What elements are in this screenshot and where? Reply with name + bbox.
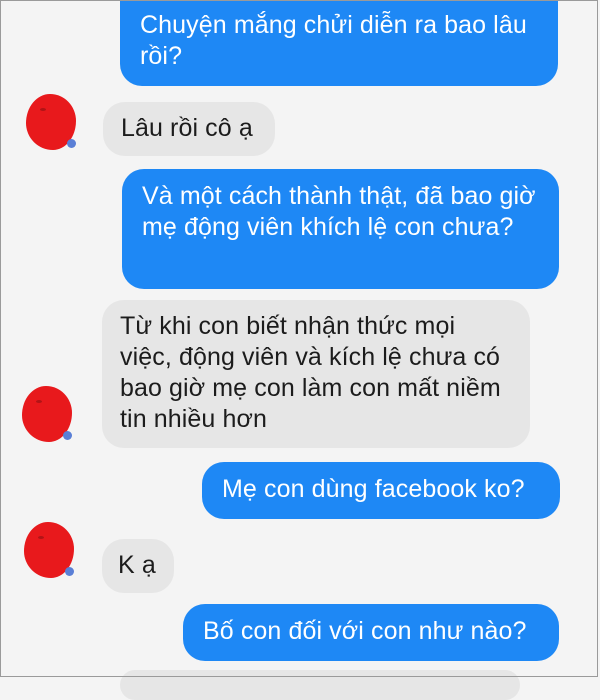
incoming-message[interactable]: K ạ bbox=[102, 539, 174, 593]
online-dot-icon bbox=[65, 567, 74, 576]
redacted-avatar bbox=[26, 94, 76, 150]
message-text: Lâu rồi cô ạ bbox=[121, 114, 253, 142]
outgoing-message[interactable]: Mẹ con dùng facebook ko? bbox=[202, 462, 560, 519]
message-text: Chuyện mắng chửi diễn ra bao lâu rồi? bbox=[140, 11, 527, 70]
incoming-message-partial bbox=[120, 670, 520, 700]
message-text: Và một cách thành thật, đã bao giờ mẹ độ… bbox=[142, 182, 536, 241]
outgoing-message[interactable]: Bố con đối với con như nào? bbox=[183, 604, 559, 661]
incoming-message[interactable]: Từ khi con biết nhận thức mọi việc, động… bbox=[102, 300, 530, 448]
message-text: Mẹ con dùng facebook ko? bbox=[222, 475, 525, 503]
message-text: K ạ bbox=[118, 551, 156, 579]
redacted-avatar bbox=[22, 386, 72, 442]
redacted-avatar bbox=[24, 522, 74, 578]
outgoing-message[interactable]: Và một cách thành thật, đã bao giờ mẹ độ… bbox=[122, 169, 559, 289]
online-dot-icon bbox=[63, 431, 72, 440]
message-text: Từ khi con biết nhận thức mọi việc, động… bbox=[120, 312, 501, 433]
outgoing-message[interactable]: Chuyện mắng chửi diễn ra bao lâu rồi? bbox=[120, 0, 558, 86]
online-dot-icon bbox=[67, 139, 76, 148]
message-text: Bố con đối với con như nào? bbox=[203, 617, 527, 645]
incoming-message[interactable]: Lâu rồi cô ạ bbox=[103, 102, 275, 156]
